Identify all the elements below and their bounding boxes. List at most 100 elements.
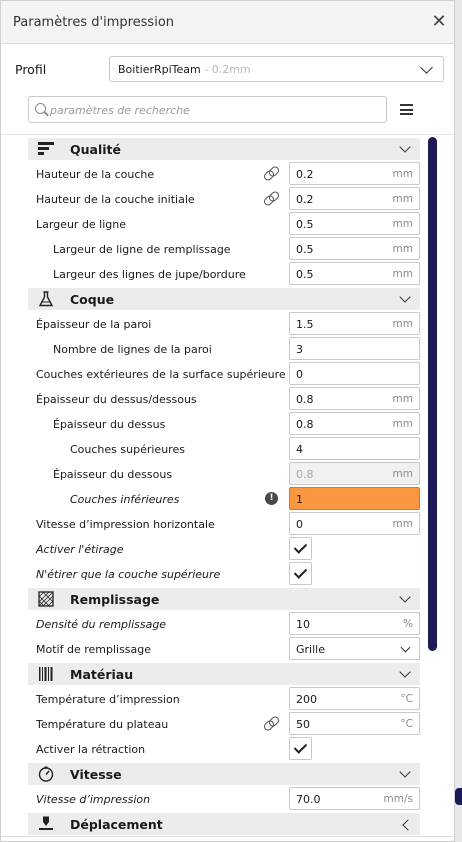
field-value: 3 bbox=[296, 343, 303, 356]
setting-row: N'étirer que la couche supérieure bbox=[28, 562, 420, 587]
setting-label: Hauteur de la couche bbox=[36, 168, 155, 181]
setting-label: Nombre de lignes de la paroi bbox=[53, 343, 212, 356]
warning-icon[interactable]: ! bbox=[265, 492, 278, 505]
close-icon[interactable]: ✕ bbox=[429, 10, 449, 34]
setting-label: Hauteur de la couche initiale bbox=[36, 193, 195, 206]
gauge-icon bbox=[38, 766, 54, 782]
profile-label: Profil bbox=[15, 62, 47, 77]
field-unit: mm bbox=[392, 518, 413, 530]
setting-row: Couches inférieures ! 1 bbox=[28, 487, 420, 512]
infill-line-width-field[interactable]: 0.5 mm bbox=[289, 237, 420, 260]
setting-label: Température d’impression bbox=[36, 693, 180, 706]
category-shell[interactable]: Coque bbox=[28, 288, 420, 310]
field-value: 1 bbox=[296, 493, 303, 506]
chevron-down-icon bbox=[420, 61, 433, 74]
field-value: 0.5 bbox=[296, 268, 314, 281]
category-quality[interactable]: Qualité bbox=[28, 138, 420, 160]
divider bbox=[1, 134, 454, 135]
enable-retraction-checkbox[interactable] bbox=[289, 737, 312, 760]
link-icon bbox=[262, 164, 281, 183]
field-unit: mm bbox=[392, 468, 413, 480]
field-value: 0.2 bbox=[296, 168, 314, 181]
setting-row: Activer la rétraction bbox=[28, 737, 420, 762]
setting-label: N'étirer que la couche supérieure bbox=[36, 568, 221, 581]
setting-label: Vitesse d’impression horizontale bbox=[36, 518, 215, 531]
bottom-layers-field[interactable]: 1 bbox=[289, 487, 420, 510]
profile-name: BoitierRpiTeam bbox=[118, 63, 201, 76]
setting-label: Largeur de ligne de remplissage bbox=[53, 243, 231, 256]
top-surface-skin-layers-field[interactable]: 0 bbox=[289, 362, 420, 385]
setting-row: Couches supérieures 4 bbox=[28, 437, 420, 462]
category-label: Vitesse bbox=[70, 767, 122, 782]
setting-label: Activer l'étirage bbox=[36, 543, 124, 556]
category-infill[interactable]: Remplissage bbox=[28, 588, 420, 610]
field-unit: mm bbox=[392, 193, 413, 205]
field-value: 0.8 bbox=[296, 468, 314, 481]
setting-row: Motif de remplissage Grille bbox=[28, 637, 420, 662]
settings-menu-icon[interactable] bbox=[400, 104, 413, 115]
setting-label: Couches inférieures bbox=[70, 493, 180, 506]
divider bbox=[1, 836, 454, 837]
setting-label: Motif de remplissage bbox=[36, 643, 152, 656]
chevron-down-icon bbox=[400, 642, 411, 653]
top-bottom-thickness-field[interactable]: 0.8 mm bbox=[289, 387, 420, 410]
field-value: 0.5 bbox=[296, 243, 314, 256]
category-label: Coque bbox=[70, 292, 115, 307]
layer-height-field[interactable]: 0.2 mm bbox=[289, 162, 420, 185]
infill-pattern-dropdown[interactable]: Grille bbox=[289, 637, 420, 660]
top-layers-field[interactable]: 4 bbox=[289, 437, 420, 460]
skirt-brim-line-width-field[interactable]: 0.5 mm bbox=[289, 262, 420, 285]
setting-row: Nombre de lignes de la paroi 3 bbox=[28, 337, 420, 362]
setting-label: Épaisseur du dessous bbox=[53, 468, 173, 481]
setting-label: Épaisseur du dessus/dessous bbox=[36, 393, 197, 406]
scrollbar[interactable] bbox=[428, 137, 437, 651]
top-thickness-field[interactable]: 0.8 mm bbox=[289, 412, 420, 435]
category-travel[interactable]: Déplacement bbox=[28, 813, 420, 835]
field-value: 1.5 bbox=[296, 318, 314, 331]
chevron-down-icon bbox=[399, 141, 411, 153]
setting-row: Largeur des lignes de jupe/bordure 0.5 mm bbox=[28, 262, 420, 287]
printing-temperature-field[interactable]: 200 °C bbox=[289, 687, 420, 710]
enable-ironing-checkbox[interactable] bbox=[289, 537, 312, 560]
bottom-thickness-field[interactable]: 0.8 mm bbox=[289, 462, 420, 485]
setting-row: Température du plateau 50 °C bbox=[28, 712, 420, 737]
wall-line-count-field[interactable]: 3 bbox=[289, 337, 420, 360]
line-width-field[interactable]: 0.5 mm bbox=[289, 212, 420, 235]
field-unit: mm bbox=[392, 318, 413, 330]
infill-density-field[interactable]: 10% bbox=[289, 612, 420, 635]
initial-layer-height-field[interactable]: 0.2 mm bbox=[289, 187, 420, 210]
category-material[interactable]: Matériau bbox=[28, 663, 420, 685]
field-unit: mm bbox=[392, 268, 413, 280]
field-value: 0.2 bbox=[296, 193, 314, 206]
field-value: 0.5 bbox=[296, 218, 314, 231]
field-unit: % bbox=[403, 618, 413, 630]
setting-label: Largeur des lignes de jupe/bordure bbox=[53, 268, 246, 281]
field-unit: °C bbox=[400, 693, 413, 705]
wall-thickness-field[interactable]: 1.5 mm bbox=[289, 312, 420, 335]
setting-label: Vitesse d’impression bbox=[36, 793, 151, 806]
search-input[interactable]: paramètres de recherche bbox=[28, 96, 387, 123]
category-label: Déplacement bbox=[70, 817, 163, 832]
setting-label: Température du plateau bbox=[36, 718, 169, 731]
build-plate-temperature-field[interactable]: 50 °C bbox=[289, 712, 420, 735]
field-value: 0.8 bbox=[296, 393, 314, 406]
field-value: 4 bbox=[296, 443, 303, 456]
setting-label: Activer la rétraction bbox=[36, 743, 146, 756]
setting-label: Épaisseur du dessus bbox=[53, 418, 166, 431]
chevron-down-icon bbox=[399, 666, 411, 678]
setting-row: Épaisseur du dessous 0.8 mm bbox=[28, 462, 420, 487]
profile-value: BoitierRpiTeam - 0.2mm bbox=[118, 63, 251, 76]
printhead-icon bbox=[39, 816, 53, 830]
iron-top-layer-only-checkbox[interactable] bbox=[289, 562, 312, 585]
category-speed[interactable]: Vitesse bbox=[28, 763, 420, 785]
horizontal-expansion-field[interactable]: 0 mm bbox=[289, 512, 420, 535]
setting-row: Largeur de ligne 0.5 mm bbox=[28, 212, 420, 237]
field-unit: mm bbox=[392, 168, 413, 180]
field-unit: mm bbox=[392, 243, 413, 255]
print-speed-field[interactable]: 70.0 mm/s bbox=[289, 787, 420, 810]
profile-layer-height: - 0.2mm bbox=[200, 63, 251, 76]
setting-label: Largeur de ligne bbox=[36, 218, 127, 231]
setting-label: Densité du remplissage bbox=[36, 618, 167, 631]
field-value: 70.0 bbox=[296, 793, 321, 806]
profile-dropdown[interactable]: BoitierRpiTeam - 0.2mm bbox=[109, 56, 444, 82]
